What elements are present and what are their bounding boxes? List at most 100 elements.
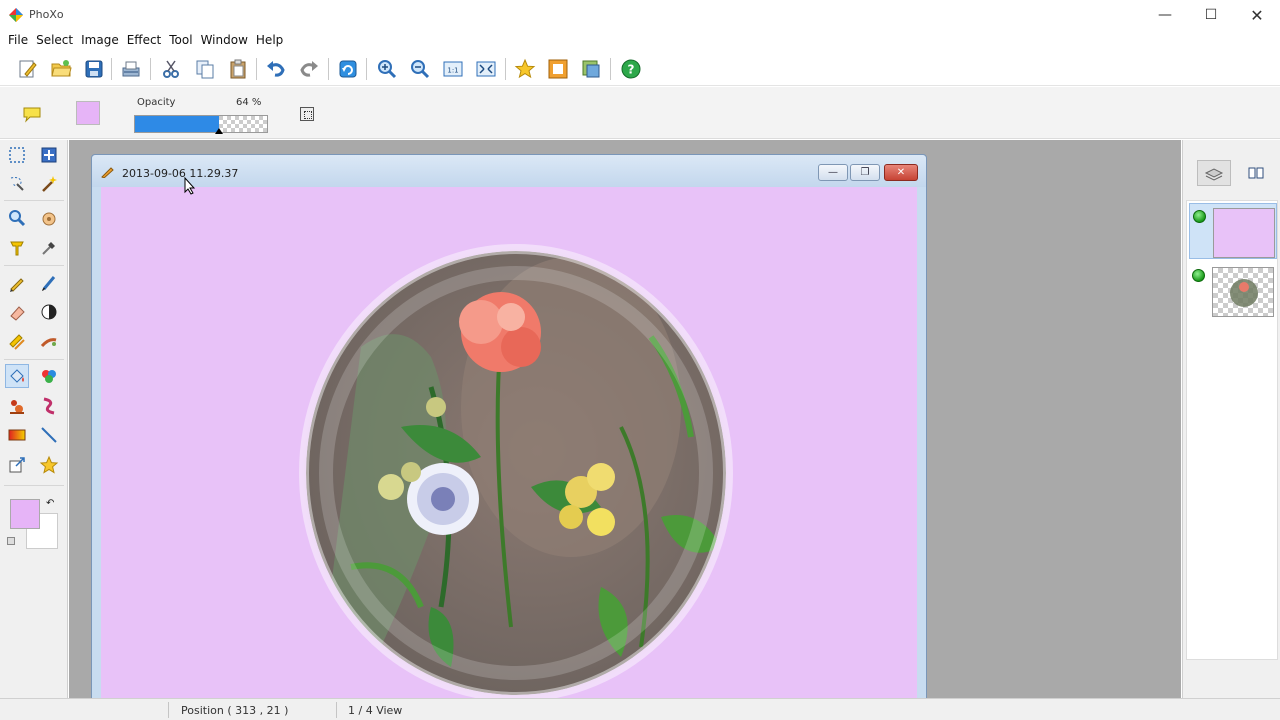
svg-text:1:1: 1:1 (447, 67, 458, 75)
reset-colors-icon[interactable] (7, 537, 15, 545)
toolbar-separator (610, 58, 611, 80)
menu-image[interactable]: Image (77, 31, 123, 51)
favorite-star-icon[interactable] (512, 56, 538, 82)
new-icon[interactable] (14, 56, 40, 82)
save-icon[interactable] (81, 56, 107, 82)
smudge-icon[interactable] (5, 330, 29, 354)
app-logo-icon (9, 8, 23, 22)
layers-panel (1182, 140, 1280, 698)
toolbox-separator (4, 485, 64, 486)
toolbox-separator (4, 265, 64, 266)
image-canvas[interactable] (101, 187, 917, 698)
copy-icon[interactable] (192, 56, 218, 82)
tool-color-swatch[interactable] (76, 101, 100, 125)
document-title-bar[interactable]: 2013-09-06 11.29.37 — ❐ ✕ (92, 155, 926, 187)
window-close-button[interactable]: ✕ (1234, 0, 1280, 30)
layer-item-background[interactable] (1189, 203, 1277, 259)
menu-window[interactable]: Window (197, 31, 252, 51)
status-position: Position ( 313 , 21 ) (181, 704, 289, 717)
layers-list (1186, 200, 1278, 660)
tool-options-bar: Opacity 64 % (0, 87, 1280, 139)
document-title: 2013-09-06 11.29.37 (122, 167, 239, 180)
fit-window-icon[interactable] (473, 56, 499, 82)
texture-grid-icon[interactable] (300, 107, 314, 121)
eraser-icon[interactable] (5, 300, 29, 324)
rect-select-icon[interactable] (5, 143, 29, 167)
red-eye-icon[interactable] (5, 394, 29, 418)
frame-icon[interactable] (545, 56, 571, 82)
batch-icon[interactable] (578, 56, 604, 82)
main-toolbar: 1:1 ? (0, 52, 1280, 86)
document-window: 2013-09-06 11.29.37 — ❐ ✕ (91, 154, 927, 698)
toolbar-separator (328, 58, 329, 80)
toolbar-separator (111, 58, 112, 80)
zoom-tool-icon[interactable] (5, 206, 29, 230)
layers-tab-icon[interactable] (1197, 160, 1231, 186)
eyedropper-icon[interactable] (37, 236, 61, 260)
speech-bubble-icon[interactable] (22, 105, 42, 123)
opacity-slider-thumb[interactable] (215, 128, 223, 134)
layer-thumbnail (1212, 267, 1274, 317)
swap-colors-icon[interactable]: ↶ (46, 498, 54, 509)
pencil-icon[interactable] (5, 271, 29, 295)
mouse-cursor-icon (184, 177, 196, 195)
title-bar: PhoXo — ☐ ✕ (0, 0, 1280, 30)
app-title: PhoXo (29, 8, 64, 21)
toolbar-separator (505, 58, 506, 80)
paste-icon[interactable] (225, 56, 251, 82)
window-minimize-button[interactable]: — (1142, 0, 1188, 30)
star-shape-icon[interactable] (37, 453, 61, 477)
hand-pan-icon[interactable] (37, 206, 61, 230)
layer-visibility-icon[interactable] (1193, 210, 1206, 223)
actual-size-icon[interactable]: 1:1 (440, 56, 466, 82)
document-restore-button[interactable]: ❐ (850, 164, 880, 181)
menu-tool[interactable]: Tool (165, 31, 196, 51)
zoom-in-icon[interactable] (374, 56, 400, 82)
brush-icon[interactable] (37, 271, 61, 295)
cut-icon[interactable] (158, 56, 184, 82)
opacity-slider[interactable] (134, 115, 268, 134)
magic-wand-icon[interactable] (37, 172, 61, 196)
menu-select[interactable]: Select (32, 31, 77, 51)
toolbox-separator (4, 200, 64, 201)
color-replace-icon[interactable] (37, 364, 61, 388)
help-icon[interactable]: ? (618, 56, 644, 82)
fill-bucket-icon[interactable] (5, 364, 29, 388)
toolbar-separator (150, 58, 151, 80)
crop-transform-icon[interactable] (5, 453, 29, 477)
opacity-label: Opacity (137, 97, 176, 108)
lasso-select-icon[interactable] (5, 172, 29, 196)
contrast-icon[interactable] (37, 300, 61, 324)
scan-icon[interactable] (118, 56, 144, 82)
layer-item-flower[interactable] (1189, 263, 1277, 319)
flower-bubble-image (298, 243, 734, 698)
rotate-icon[interactable] (335, 56, 361, 82)
toolbox-separator (4, 359, 64, 360)
svg-text:?: ? (628, 63, 635, 77)
menu-file[interactable]: File (4, 31, 32, 51)
toolbar-separator (366, 58, 367, 80)
redo-icon[interactable] (296, 56, 322, 82)
zoom-out-icon[interactable] (407, 56, 433, 82)
status-separator (168, 702, 169, 718)
layer-visibility-icon[interactable] (1192, 269, 1205, 282)
undo-icon[interactable] (263, 56, 289, 82)
document-minimize-button[interactable]: — (818, 164, 848, 181)
gradient-icon[interactable] (5, 423, 29, 447)
menu-help[interactable]: Help (252, 31, 287, 51)
document-close-button[interactable]: ✕ (884, 164, 918, 181)
clone-stamp-icon[interactable] (37, 330, 61, 354)
open-folder-icon[interactable] (48, 56, 74, 82)
text-tool-icon[interactable] (5, 236, 29, 260)
menu-bar: File Select Image Effect Tool Window Hel… (0, 31, 1280, 51)
toolbox: ↶ (0, 140, 68, 698)
foreground-color-swatch[interactable] (10, 499, 40, 529)
menu-effect[interactable]: Effect (123, 31, 166, 51)
status-bar: Position ( 313 , 21 ) 1 / 4 View (0, 698, 1280, 720)
shape-tool-icon[interactable] (37, 394, 61, 418)
window-maximize-button[interactable]: ☐ (1188, 0, 1234, 30)
move-icon[interactable] (37, 143, 61, 167)
history-book-icon[interactable] (1239, 160, 1273, 186)
toolbar-separator (256, 58, 257, 80)
line-tool-icon[interactable] (37, 423, 61, 447)
